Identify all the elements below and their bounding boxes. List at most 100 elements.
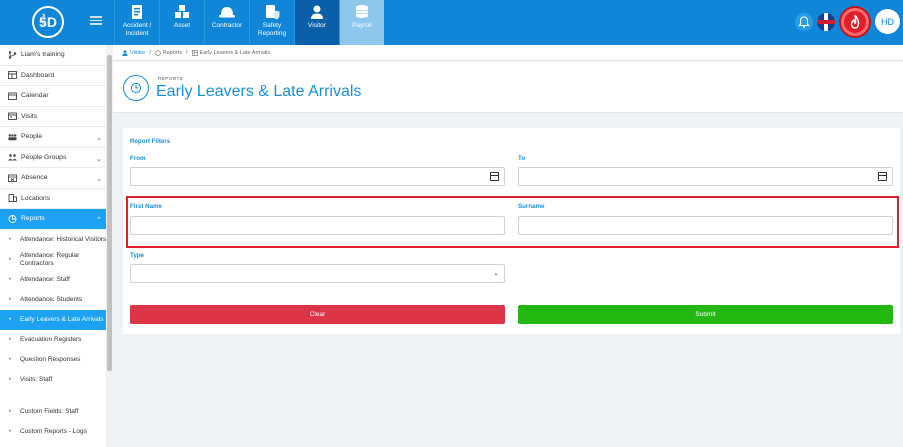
sidebar: Liam's training Dashboard Calendar Visit…	[0, 45, 113, 447]
to-date-input[interactable]	[518, 167, 893, 186]
bell-icon[interactable]	[795, 13, 813, 31]
sidebar-subitem-label: Visits: Staff	[20, 375, 53, 383]
chevron-up-icon: ⌃	[96, 217, 102, 224]
sidebar-item-label: Absence	[21, 174, 48, 182]
sidebar-item-absence[interactable]: Absence ⌄	[0, 168, 112, 189]
sidebar-item-calendar[interactable]: Calendar	[0, 86, 112, 107]
sidebar-subitem-label: Custom Fields: Staff	[20, 407, 79, 415]
sidebar-subitem-historical-visitors[interactable]: Attendance: Historical Visitors	[0, 230, 112, 250]
breadcrumb-separator: /	[185, 49, 188, 56]
module-nav: Accident / Incident Asset Contractor Saf…	[114, 0, 384, 45]
pie-chart-icon	[154, 49, 161, 56]
chevron-down-icon: ⌄	[493, 270, 499, 277]
page-section-label: REPORTS	[158, 77, 184, 82]
breadcrumb-current: Early Leavers & Late Arrivals	[199, 49, 271, 56]
fire-alarm-icon[interactable]	[841, 8, 869, 36]
sidebar-subitem-label: Early Leavers & Late Arrivals	[20, 315, 104, 323]
sidebar-subitem-custom-reports-logs[interactable]: Custom Reports - Logs	[0, 422, 112, 442]
module-label: Visitor	[308, 22, 326, 29]
clear-button[interactable]: Clear	[130, 305, 505, 324]
sidebar-item-training[interactable]: Liam's training	[0, 45, 112, 66]
dashboard-icon	[8, 71, 17, 80]
sidebar-item-label: Calendar	[21, 92, 49, 100]
type-label: Type	[130, 252, 144, 259]
sidebar-subitem-label: Attendance: Regular Contractors	[20, 251, 80, 267]
accident-icon	[132, 5, 142, 19]
page-header: REPORTS Early Leavers & Late Arrivals	[113, 62, 903, 113]
sidebar-item-label: Locations	[21, 194, 51, 202]
sidebar-subitem-label: Question Responses	[20, 355, 81, 363]
shield-doc-icon	[266, 5, 280, 20]
sidebar-item-label: People	[21, 133, 43, 141]
breadcrumb-separator: /	[149, 49, 151, 56]
sidebar-subitem-question-responses[interactable]: Question Responses	[0, 350, 112, 370]
from-label: From	[130, 155, 146, 162]
submit-button[interactable]: Submit	[518, 305, 893, 324]
sidebar-subitem-label: Custom Reports - Logs	[20, 427, 87, 435]
sidebar-subitem-visits-staff[interactable]: Visits: Staff	[0, 370, 112, 390]
breadcrumb-reports[interactable]: Reports	[163, 50, 182, 56]
module-label: Asset	[173, 22, 191, 29]
sidebar-subitem-custom-fields-staff[interactable]: Custom Fields: Staff	[0, 402, 112, 422]
sidebar-subitem-regular-contractors[interactable]: Attendance: Regular Contractors	[0, 250, 112, 270]
sidebar-subitem-label: Attendance: Staff	[20, 275, 70, 283]
sidebar-item-visits[interactable]: Visits	[0, 107, 112, 127]
uk-flag-icon[interactable]	[817, 13, 835, 31]
module-contractor[interactable]: Contractor	[204, 0, 249, 45]
sidebar-item-people-groups[interactable]: People Groups ⌄	[0, 148, 112, 168]
report-filters-title: Report Filters	[130, 138, 171, 145]
visits-icon	[8, 112, 17, 121]
sidebar-item-dashboard[interactable]: Dashboard	[0, 66, 112, 86]
calendar-icon[interactable]	[490, 172, 499, 181]
from-date-input[interactable]	[130, 167, 505, 186]
asset-icon	[175, 5, 189, 18]
module-safety-reporting[interactable]: Safety Reporting	[249, 0, 294, 45]
to-label: To	[518, 155, 526, 162]
coins-icon	[355, 5, 369, 18]
sidebar-item-reports[interactable]: Reports ⌃	[0, 209, 112, 230]
scrollbar-thumb[interactable]	[107, 55, 112, 371]
sidebar-subitem-attendance-staff[interactable]: Attendance: Staff	[0, 270, 112, 290]
module-label: Safety Reporting	[257, 22, 287, 37]
logo-small-text: TEAM	[41, 13, 47, 26]
module-label: Accident / Incident	[122, 22, 152, 37]
chevron-down-icon: ⌄	[96, 176, 102, 183]
sidebar-subitem-early-leavers[interactable]: Early Leavers & Late Arrivals	[0, 309, 112, 330]
name-fields-highlight	[126, 196, 899, 248]
hamburger-menu-icon[interactable]	[90, 14, 102, 28]
module-asset[interactable]: Asset	[159, 0, 204, 45]
building-icon	[8, 194, 17, 203]
sidebar-subitem-label: Evacuation Registers	[20, 335, 82, 343]
sidebar-item-label: Visits	[21, 112, 38, 120]
hardhat-icon	[219, 7, 235, 18]
sidebar-item-people[interactable]: People ⌄	[0, 127, 112, 148]
sidebar-subitem-label: Attendance: Students	[20, 295, 83, 303]
type-select[interactable]: ⌄	[130, 264, 505, 283]
sidebar-scrollbar[interactable]	[106, 45, 113, 447]
module-payroll[interactable]: Payroll	[339, 0, 384, 45]
pie-chart-icon	[8, 214, 17, 223]
sidebar-item-locations[interactable]: Locations	[0, 189, 112, 209]
module-label: Payroll	[352, 22, 372, 29]
breadcrumb: Visitor / Reports / Early Leavers & Late…	[113, 45, 903, 61]
calendar-icon[interactable]	[878, 172, 887, 181]
branch-icon	[8, 51, 17, 59]
sidebar-item-label: Liam's training	[21, 51, 65, 59]
sidebar-item-label: Reports	[21, 215, 45, 223]
sidebar-subitem-attendance-students[interactable]: Attendance: Students	[0, 290, 112, 310]
module-accident-incident[interactable]: Accident / Incident	[114, 0, 159, 45]
module-visitor[interactable]: Visitor	[294, 0, 339, 45]
table-icon	[191, 49, 198, 56]
sidebar-item-label: People Groups	[21, 153, 67, 161]
people-icon	[8, 134, 17, 141]
breadcrumb-visitor[interactable]: Visitor	[130, 50, 145, 56]
sidebar-subitem-evacuation-registers[interactable]: Evacuation Registers	[0, 330, 112, 350]
person-icon	[311, 5, 323, 19]
app-logo[interactable]: TEAM 5D	[32, 6, 64, 38]
avatar[interactable]: HD	[875, 9, 900, 34]
sidebar-item-label: Dashboard	[21, 71, 55, 79]
calendar-icon	[8, 92, 17, 100]
person-icon	[122, 49, 128, 56]
module-label: Contractor	[211, 22, 243, 29]
people-groups-icon	[8, 154, 17, 161]
